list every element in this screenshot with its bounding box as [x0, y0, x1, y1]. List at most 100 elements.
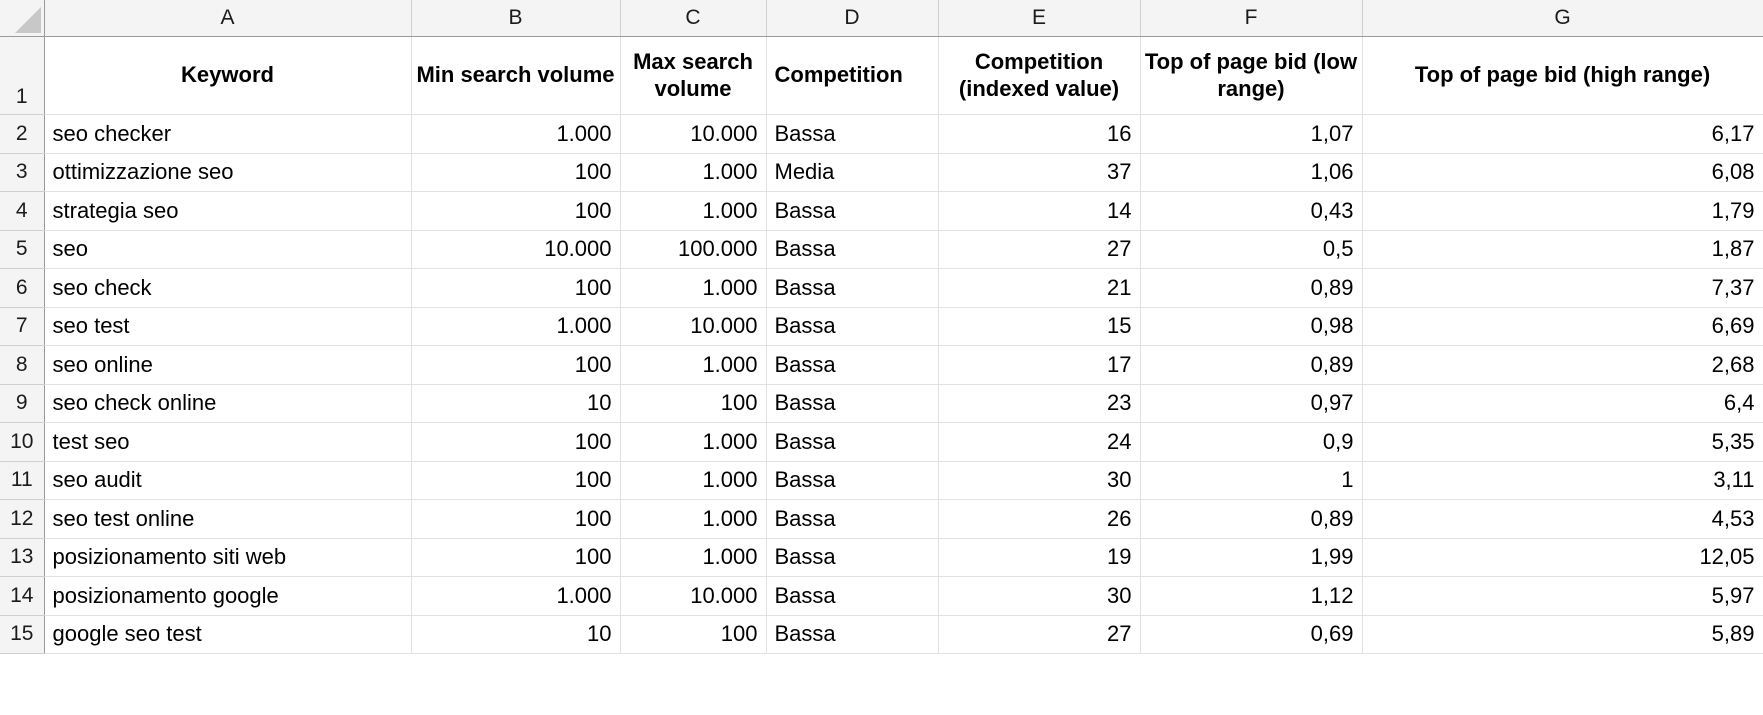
cell-competition[interactable]: Bassa [766, 345, 939, 385]
row-header-6[interactable]: 6 [0, 268, 45, 308]
cell-keyword[interactable]: strategia seo [44, 191, 412, 231]
row-header-12[interactable]: 12 [0, 499, 45, 539]
cell-competition[interactable]: Media [766, 153, 939, 192]
cell-min-search-volume[interactable]: 100 [411, 461, 621, 500]
cell-keyword[interactable]: ottimizzazione seo [44, 153, 412, 192]
cell-competition[interactable]: Bassa [766, 230, 939, 269]
cell-bid-low[interactable]: 0,9 [1140, 422, 1363, 462]
cell-competition-indexed[interactable]: 27 [938, 230, 1141, 269]
cell-min-search-volume[interactable]: 1.000 [411, 114, 621, 154]
cell-competition[interactable]: Bassa [766, 384, 939, 423]
cell-competition-indexed[interactable]: 27 [938, 615, 1141, 654]
cell-max-search-volume[interactable]: 1.000 [620, 422, 767, 462]
cell-bid-high[interactable]: 7,37 [1362, 268, 1763, 308]
cell-competition-indexed[interactable]: 16 [938, 114, 1141, 154]
header-cell-keyword[interactable]: Keyword [44, 36, 412, 115]
cell-max-search-volume[interactable]: 1.000 [620, 268, 767, 308]
cell-competition[interactable]: Bassa [766, 615, 939, 654]
cell-competition[interactable]: Bassa [766, 191, 939, 231]
cell-bid-high[interactable]: 2,68 [1362, 345, 1763, 385]
cell-max-search-volume[interactable]: 100.000 [620, 230, 767, 269]
cell-competition-indexed[interactable]: 26 [938, 499, 1141, 539]
row-header-3[interactable]: 3 [0, 153, 45, 192]
cell-max-search-volume[interactable]: 1.000 [620, 538, 767, 577]
cell-competition-indexed[interactable]: 24 [938, 422, 1141, 462]
row-header-2[interactable]: 2 [0, 114, 45, 154]
cell-bid-high[interactable]: 1,79 [1362, 191, 1763, 231]
cell-keyword[interactable]: seo audit [44, 461, 412, 500]
cell-keyword[interactable]: seo test [44, 307, 412, 346]
row-header-15[interactable]: 15 [0, 615, 45, 654]
row-header-1[interactable]: 1 [0, 36, 45, 115]
cell-bid-high[interactable]: 3,11 [1362, 461, 1763, 500]
cell-bid-low[interactable]: 1,07 [1140, 114, 1363, 154]
cell-min-search-volume[interactable]: 100 [411, 191, 621, 231]
cell-bid-low[interactable]: 0,89 [1140, 345, 1363, 385]
cell-competition[interactable]: Bassa [766, 538, 939, 577]
cell-max-search-volume[interactable]: 10.000 [620, 576, 767, 616]
cell-competition-indexed[interactable]: 30 [938, 576, 1141, 616]
cell-competition[interactable]: Bassa [766, 576, 939, 616]
column-header-b[interactable]: B [411, 0, 621, 37]
cell-bid-high[interactable]: 5,97 [1362, 576, 1763, 616]
cell-competition-indexed[interactable]: 30 [938, 461, 1141, 500]
row-header-13[interactable]: 13 [0, 538, 45, 577]
cell-bid-high[interactable]: 6,4 [1362, 384, 1763, 423]
column-header-d[interactable]: D [766, 0, 939, 37]
cell-min-search-volume[interactable]: 10 [411, 615, 621, 654]
cell-max-search-volume[interactable]: 100 [620, 615, 767, 654]
cell-keyword[interactable]: posizionamento siti web [44, 538, 412, 577]
row-header-8[interactable]: 8 [0, 345, 45, 385]
row-header-9[interactable]: 9 [0, 384, 45, 423]
cell-min-search-volume[interactable]: 100 [411, 153, 621, 192]
cell-bid-high[interactable]: 12,05 [1362, 538, 1763, 577]
cell-min-search-volume[interactable]: 10.000 [411, 230, 621, 269]
cell-min-search-volume[interactable]: 100 [411, 345, 621, 385]
cell-bid-high[interactable]: 4,53 [1362, 499, 1763, 539]
cell-competition[interactable]: Bassa [766, 268, 939, 308]
cell-bid-low[interactable]: 0,89 [1140, 499, 1363, 539]
cell-competition-indexed[interactable]: 23 [938, 384, 1141, 423]
cell-keyword[interactable]: seo check [44, 268, 412, 308]
cell-max-search-volume[interactable]: 1.000 [620, 191, 767, 231]
cell-bid-high[interactable]: 5,89 [1362, 615, 1763, 654]
column-header-c[interactable]: C [620, 0, 767, 37]
header-cell-min-search-volume[interactable]: Min search volume [411, 36, 621, 115]
cell-max-search-volume[interactable]: 10.000 [620, 114, 767, 154]
cell-max-search-volume[interactable]: 1.000 [620, 153, 767, 192]
cell-keyword[interactable]: seo checker [44, 114, 412, 154]
cell-keyword[interactable]: seo [44, 230, 412, 269]
cell-competition[interactable]: Bassa [766, 499, 939, 539]
cell-competition[interactable]: Bassa [766, 307, 939, 346]
cell-bid-low[interactable]: 1,06 [1140, 153, 1363, 192]
cell-min-search-volume[interactable]: 100 [411, 499, 621, 539]
cell-competition-indexed[interactable]: 15 [938, 307, 1141, 346]
cell-max-search-volume[interactable]: 10.000 [620, 307, 767, 346]
cell-bid-low[interactable]: 0,5 [1140, 230, 1363, 269]
cell-bid-low[interactable]: 0,43 [1140, 191, 1363, 231]
cell-keyword[interactable]: posizionamento google [44, 576, 412, 616]
cell-competition[interactable]: Bassa [766, 461, 939, 500]
cell-min-search-volume[interactable]: 100 [411, 538, 621, 577]
cell-min-search-volume[interactable]: 100 [411, 422, 621, 462]
cell-bid-low[interactable]: 1 [1140, 461, 1363, 500]
header-cell-max-search-volume[interactable]: Max search volume [620, 36, 767, 115]
cell-bid-low[interactable]: 1,99 [1140, 538, 1363, 577]
cell-competition-indexed[interactable]: 21 [938, 268, 1141, 308]
cell-bid-high[interactable]: 1,87 [1362, 230, 1763, 269]
cell-bid-low[interactable]: 0,89 [1140, 268, 1363, 308]
cell-bid-low[interactable]: 1,12 [1140, 576, 1363, 616]
cell-competition-indexed[interactable]: 19 [938, 538, 1141, 577]
cell-keyword[interactable]: seo test online [44, 499, 412, 539]
cell-keyword[interactable]: test seo [44, 422, 412, 462]
cell-max-search-volume[interactable]: 100 [620, 384, 767, 423]
cell-keyword[interactable]: google seo test [44, 615, 412, 654]
header-cell-competition-indexed[interactable]: Competition (indexed value) [938, 36, 1141, 115]
select-all-corner[interactable] [0, 0, 45, 37]
cell-min-search-volume[interactable]: 1.000 [411, 307, 621, 346]
cell-max-search-volume[interactable]: 1.000 [620, 499, 767, 539]
row-header-5[interactable]: 5 [0, 230, 45, 269]
cell-keyword[interactable]: seo online [44, 345, 412, 385]
header-cell-bid-low[interactable]: Top of page bid (low range) [1140, 36, 1363, 115]
cell-bid-high[interactable]: 5,35 [1362, 422, 1763, 462]
